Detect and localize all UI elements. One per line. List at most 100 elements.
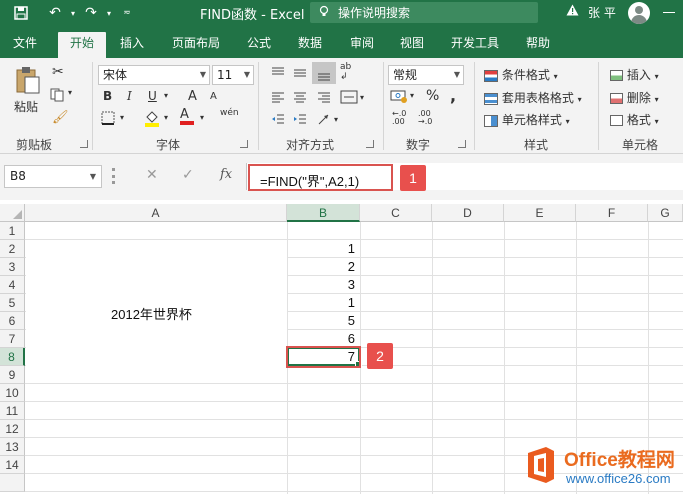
- column-header-f[interactable]: F: [576, 204, 648, 222]
- tab-developer[interactable]: 开发工具: [444, 32, 506, 58]
- row-header[interactable]: 7: [0, 330, 25, 348]
- format-as-table-button[interactable]: 套用表格格式 ▾: [484, 89, 582, 106]
- percent-button[interactable]: %: [426, 88, 439, 104]
- tab-data[interactable]: 数据: [290, 32, 330, 58]
- cell-b6[interactable]: 5: [285, 313, 355, 328]
- orientation-dropdown-icon[interactable]: ▾: [334, 115, 338, 124]
- copy-icon[interactable]: [50, 88, 66, 105]
- row-header[interactable]: 12: [0, 420, 25, 438]
- align-middle-icon[interactable]: [292, 66, 308, 83]
- enter-icon[interactable]: ✓: [182, 167, 194, 183]
- tab-file[interactable]: 文件: [6, 32, 44, 58]
- cell-b2[interactable]: 1: [285, 241, 355, 256]
- font-name-select[interactable]: 宋体 ▼: [98, 65, 210, 85]
- copy-dropdown-icon[interactable]: ▾: [68, 88, 72, 97]
- decrease-decimal-icon[interactable]: .00 →.0: [418, 110, 432, 126]
- currency-dropdown-icon[interactable]: ▾: [410, 91, 414, 100]
- row-header[interactable]: 5: [0, 294, 25, 312]
- number-launcher-icon[interactable]: [458, 140, 466, 148]
- cut-icon[interactable]: ✂: [52, 64, 64, 80]
- fill-color-dropdown-icon[interactable]: ▾: [164, 113, 168, 122]
- border-dropdown-icon[interactable]: ▾: [120, 113, 124, 122]
- align-bottom-icon[interactable]: [312, 62, 336, 84]
- font-color-button[interactable]: A: [180, 108, 194, 125]
- align-right-icon[interactable]: [316, 90, 332, 107]
- align-top-icon[interactable]: [270, 66, 286, 83]
- tab-help[interactable]: 帮助: [518, 32, 558, 58]
- font-launcher-icon[interactable]: [240, 140, 248, 148]
- comma-button[interactable]: ,: [450, 86, 456, 105]
- tell-me-search[interactable]: 操作说明搜索: [310, 2, 538, 23]
- tab-review[interactable]: 审阅: [342, 32, 382, 58]
- column-header-a[interactable]: A: [25, 204, 287, 222]
- tab-formulas[interactable]: 公式: [240, 32, 278, 58]
- italic-button[interactable]: I: [127, 89, 132, 103]
- select-all-button[interactable]: [0, 204, 25, 222]
- increase-indent-icon[interactable]: [292, 112, 308, 129]
- tab-view[interactable]: 视图: [392, 32, 432, 58]
- underline-dropdown-icon[interactable]: ▾: [164, 91, 168, 100]
- row-header[interactable]: 9: [0, 366, 25, 384]
- cell-b3[interactable]: 2: [285, 259, 355, 274]
- font-shrink-button[interactable]: A: [210, 91, 217, 102]
- wrap-text-icon[interactable]: ab ↲: [340, 62, 351, 82]
- insert-cells-button[interactable]: 插入 ▾: [610, 66, 659, 83]
- tab-page-layout[interactable]: 页面布局: [164, 32, 228, 58]
- row-header[interactable]: [0, 474, 25, 492]
- customize-qat-icon[interactable]: ≂: [116, 3, 138, 23]
- underline-button[interactable]: U: [148, 89, 157, 103]
- font-color-dropdown-icon[interactable]: ▾: [200, 113, 204, 122]
- tab-home[interactable]: 开始: [58, 32, 106, 58]
- name-box[interactable]: B8 ▼: [4, 165, 102, 188]
- warning-icon[interactable]: [566, 4, 579, 20]
- row-header[interactable]: 1: [0, 222, 25, 240]
- formula-bar-splitter[interactable]: [112, 168, 115, 184]
- format-painter-icon[interactable]: 🖌: [52, 110, 69, 125]
- cell-b5[interactable]: 1: [285, 295, 355, 310]
- cell-b4[interactable]: 3: [285, 277, 355, 292]
- save-icon[interactable]: [10, 3, 32, 23]
- increase-decimal-icon[interactable]: ←.0.00: [392, 110, 406, 126]
- format-cells-button[interactable]: 格式 ▾: [610, 111, 659, 128]
- font-size-select[interactable]: 11 ▼: [212, 65, 254, 85]
- minimize-icon[interactable]: [663, 12, 675, 13]
- row-header[interactable]: 3: [0, 258, 25, 276]
- fill-color-icon[interactable]: [144, 109, 160, 130]
- cell-b7[interactable]: 6: [285, 331, 355, 346]
- merge-center-icon[interactable]: [340, 90, 358, 107]
- row-header[interactable]: 10: [0, 384, 25, 402]
- alignment-launcher-icon[interactable]: [366, 140, 374, 148]
- row-header[interactable]: 14: [0, 456, 25, 474]
- column-header-d[interactable]: D: [432, 204, 504, 222]
- avatar[interactable]: [628, 2, 650, 24]
- merge-dropdown-icon[interactable]: ▾: [360, 93, 364, 102]
- orientation-icon[interactable]: [316, 112, 332, 129]
- user-name[interactable]: 张 平: [588, 4, 616, 21]
- delete-cells-button[interactable]: 删除 ▾: [610, 89, 659, 106]
- decrease-indent-icon[interactable]: [270, 112, 286, 129]
- row-header[interactable]: 2: [0, 240, 25, 258]
- column-header-b[interactable]: B: [287, 204, 360, 222]
- align-left-icon[interactable]: [270, 90, 286, 107]
- conditional-formatting-button[interactable]: 条件格式 ▾: [484, 66, 558, 83]
- row-header[interactable]: 4: [0, 276, 25, 294]
- tab-insert[interactable]: 插入: [112, 32, 152, 58]
- align-center-icon[interactable]: [292, 90, 308, 107]
- bold-button[interactable]: B: [103, 89, 112, 103]
- column-header-e[interactable]: E: [504, 204, 576, 222]
- row-header[interactable]: 11: [0, 402, 25, 420]
- currency-icon[interactable]: [390, 88, 408, 107]
- font-grow-button[interactable]: A: [188, 89, 197, 104]
- cell-styles-button[interactable]: 单元格样式 ▾: [484, 111, 570, 128]
- paste-button-label[interactable]: 粘贴: [14, 98, 38, 115]
- clipboard-launcher-icon[interactable]: [80, 140, 88, 148]
- column-header-g[interactable]: G: [648, 204, 683, 222]
- paste-icon[interactable]: [14, 66, 42, 99]
- row-header[interactable]: 6: [0, 312, 25, 330]
- row-header[interactable]: 13: [0, 438, 25, 456]
- phonetic-button[interactable]: wén: [220, 108, 239, 118]
- number-format-select[interactable]: 常规 ▼: [388, 65, 464, 85]
- insert-function-icon[interactable]: fx: [220, 167, 232, 182]
- row-header[interactable]: 8: [0, 348, 25, 366]
- column-header-c[interactable]: C: [360, 204, 432, 222]
